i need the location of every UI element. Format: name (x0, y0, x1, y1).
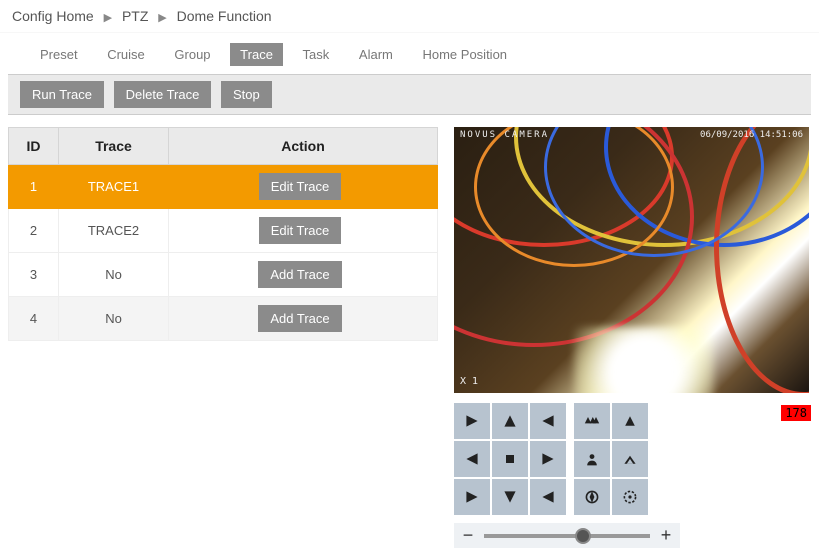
edit-trace-button[interactable]: Edit Trace (259, 173, 342, 200)
table-row[interactable]: 3 No Add Trace (9, 253, 438, 297)
ptz-down-right-button[interactable] (530, 479, 566, 515)
osd-timestamp: 06/09/2016 14:51:06 (700, 130, 803, 140)
tab-trace[interactable]: Trace (230, 43, 283, 66)
ptz-speed-slider[interactable]: − + (454, 523, 680, 548)
zoom-out-button[interactable] (574, 403, 610, 439)
cell-trace: No (59, 253, 169, 297)
col-id: ID (9, 128, 59, 165)
status-badge: 178 (781, 405, 811, 421)
ptz-up-button[interactable] (492, 403, 528, 439)
slider-track[interactable] (484, 534, 650, 538)
chevron-right-icon: ▶ (104, 12, 112, 24)
breadcrumb: Config Home ▶ PTZ ▶ Dome Function (0, 0, 819, 33)
cell-trace: No (59, 297, 169, 341)
edit-trace-button[interactable]: Edit Trace (259, 217, 342, 244)
tab-task[interactable]: Task (293, 43, 340, 66)
ptz-down-button[interactable] (492, 479, 528, 515)
iris-close-button[interactable] (574, 479, 610, 515)
stop-button[interactable]: Stop (221, 81, 272, 108)
ptz-stop-button[interactable] (492, 441, 528, 477)
osd-camera-name: NOVUS CAMERA (460, 130, 549, 140)
speed-increase-button[interactable]: + (656, 525, 676, 546)
table-row[interactable]: 2 TRACE2 Edit Trace (9, 209, 438, 253)
trace-table: ID Trace Action 1 TRACE1 Edit Trace 2 TR… (8, 127, 438, 341)
tab-home-position[interactable]: Home Position (412, 43, 517, 66)
ptz-left-button[interactable] (454, 441, 490, 477)
run-trace-button[interactable]: Run Trace (20, 81, 104, 108)
live-video[interactable]: NOVUS CAMERA 06/09/2016 14:51:06 X 1 (454, 127, 809, 393)
tab-group[interactable]: Group (164, 43, 220, 66)
iris-open-button[interactable] (612, 479, 648, 515)
speed-decrease-button[interactable]: − (458, 525, 478, 546)
add-trace-button[interactable]: Add Trace (258, 305, 341, 332)
cell-trace: TRACE2 (59, 209, 169, 253)
breadcrumb-home[interactable]: Config Home (12, 8, 94, 24)
focus-far-button[interactable] (612, 441, 648, 477)
chevron-right-icon: ▶ (158, 12, 166, 24)
focus-near-button[interactable] (574, 441, 610, 477)
col-action: Action (169, 128, 438, 165)
breadcrumb-dome-function: Dome Function (177, 8, 272, 24)
sub-tabbar: Preset Cruise Group Trace Task Alarm Hom… (0, 33, 819, 72)
zoom-in-button[interactable] (612, 403, 648, 439)
cell-id: 1 (9, 165, 59, 209)
table-row[interactable]: 1 TRACE1 Edit Trace (9, 165, 438, 209)
cell-id: 2 (9, 209, 59, 253)
table-row[interactable]: 4 No Add Trace (9, 297, 438, 341)
breadcrumb-ptz[interactable]: PTZ (122, 8, 148, 24)
ptz-right-button[interactable] (530, 441, 566, 477)
ptz-up-right-button[interactable] (530, 403, 566, 439)
ptz-down-left-button[interactable] (454, 479, 490, 515)
trace-toolbar: Run Trace Delete Trace Stop (8, 74, 811, 115)
ptz-direction-pad (454, 403, 566, 515)
cell-id: 4 (9, 297, 59, 341)
col-trace: Trace (59, 128, 169, 165)
delete-trace-button[interactable]: Delete Trace (114, 81, 212, 108)
osd-zoom-level: X 1 (460, 376, 478, 387)
add-trace-button[interactable]: Add Trace (258, 261, 341, 288)
cell-trace: TRACE1 (59, 165, 169, 209)
tab-cruise[interactable]: Cruise (97, 43, 155, 66)
tab-alarm[interactable]: Alarm (349, 43, 403, 66)
slider-thumb[interactable] (575, 528, 591, 544)
ptz-up-left-button[interactable] (454, 403, 490, 439)
ptz-lens-pad (574, 403, 648, 515)
cell-id: 3 (9, 253, 59, 297)
tab-preset[interactable]: Preset (30, 43, 88, 66)
